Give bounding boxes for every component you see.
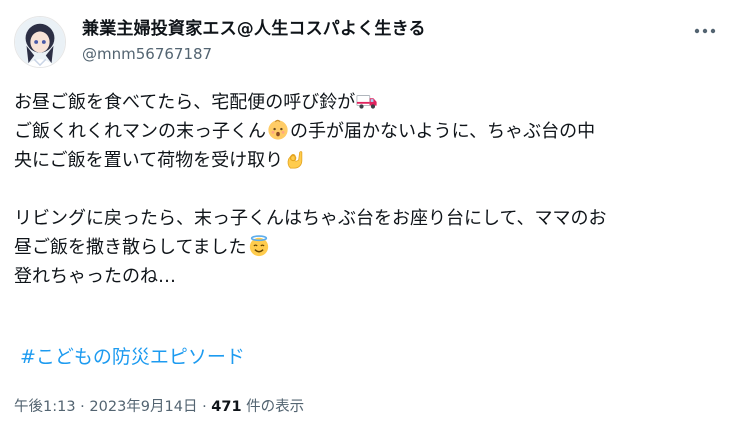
meta-separator: · [75,399,90,415]
author-display-name[interactable]: 兼業主婦投資家エス@人生コスパよく生きる [82,18,426,40]
avatar[interactable] [14,16,66,68]
author-handle[interactable]: @mnm56767187 [82,44,426,64]
tweet-timestamp-date[interactable]: 2023年9月14日 [89,399,197,415]
tweet-text-segment: お昼ご飯を食べてたら、宅配便の呼び鈴が [14,92,356,113]
tweet-text-segment: 央にご飯を置いて荷物を受け取り [14,150,284,171]
ok-hand-emoji [287,151,303,169]
hashtag-link[interactable]: #こどもの防災エピソード [20,343,245,371]
tweet-line: リビングに戻ったら、末っ子くんはちゃぶ台をお座り台にして、ママのお [14,204,726,233]
avatar-image [15,17,65,67]
tweet-text-segment: リビングに戻ったら、末っ子くんはちゃぶ台をお座り台にして、ママのお [14,208,607,229]
tweet-line: ご飯くれくれマンの末っ子くん の手が届かないように、ちゃぶ台の中 [14,117,726,146]
tweet-text-segment: ご飯くれくれマンの末っ子くん [14,121,266,142]
tweet-line: お昼ご飯を食べてたら、宅配便の呼び鈴が [14,88,726,117]
tweet-metadata: 午後1:13 · 2023年9月14日 · 471 件の表示 [14,397,304,417]
tweet-text: お昼ご飯を食べてたら、宅配便の呼び鈴が ご飯くれくれマンの末っ子くん の手が届か… [14,88,726,291]
smiling-face-with-halo-emoji [249,235,268,257]
tweet-line: 登れちゃったのね… [14,262,726,291]
view-count-label: 件の表示 [241,399,305,415]
meta-separator: · [197,399,212,415]
author-block: 兼業主婦投資家エス@人生コスパよく生きる @mnm56767187 [82,18,426,64]
view-count: 471 [211,399,242,415]
tweet-timestamp-time[interactable]: 午後1:13 [14,399,76,415]
delivery-truck-emoji [356,95,377,109]
tweet-line: 昼ご飯を撒き散らしてました [14,233,726,262]
tweet-text-segment: 登れちゃったのね… [14,266,176,287]
tweet-text-segment: の手が届かないように、ちゃぶ台の中 [290,121,596,142]
tweet-text-segment: 昼ご飯を撒き散らしてました [14,237,247,258]
more-options-button[interactable] [688,18,722,44]
tweet-card: 兼業主婦投資家エス@人生コスパよく生きる @mnm56767187 お昼ご飯を食… [0,0,738,443]
tweet-line: 央にご飯を置いて荷物を受け取り [14,146,726,175]
more-dots-icon [694,28,716,34]
baby-emoji [268,119,288,140]
